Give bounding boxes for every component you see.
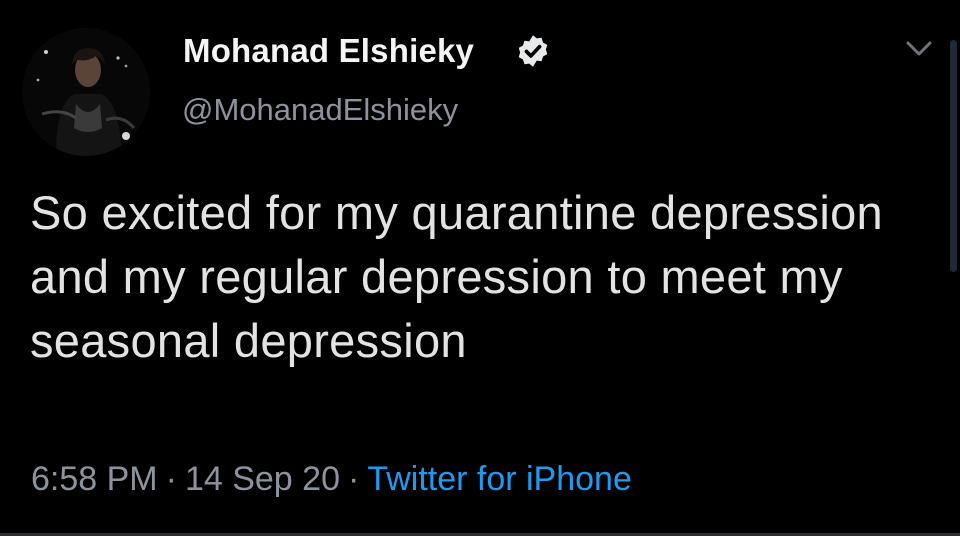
meta-separator: · bbox=[165, 460, 177, 498]
tweet-meta: 6:58 PM · 14 Sep 20 · Twitter for iPhone bbox=[31, 460, 632, 499]
tweet-text: So excited for my quarantine depression … bbox=[30, 186, 883, 367]
tweet-card: Mohanad Elshieky @MohanadElshieky So exc… bbox=[0, 0, 960, 536]
avatar-photo bbox=[22, 28, 150, 156]
tweet-date[interactable]: 14 Sep 20 bbox=[185, 460, 340, 498]
meta-separator: · bbox=[347, 460, 360, 498]
tweet-source-link[interactable]: Twitter for iPhone bbox=[367, 460, 632, 498]
author-handle[interactable]: @MohanadElshieky bbox=[182, 92, 458, 128]
avatar[interactable] bbox=[22, 28, 150, 156]
tweet-time[interactable]: 6:58 PM bbox=[31, 460, 158, 498]
scrollbar[interactable] bbox=[950, 40, 957, 272]
chevron-down-icon[interactable] bbox=[904, 38, 934, 60]
verified-badge-icon bbox=[518, 35, 548, 67]
author-display-name[interactable]: Mohanad Elshieky bbox=[183, 32, 474, 70]
